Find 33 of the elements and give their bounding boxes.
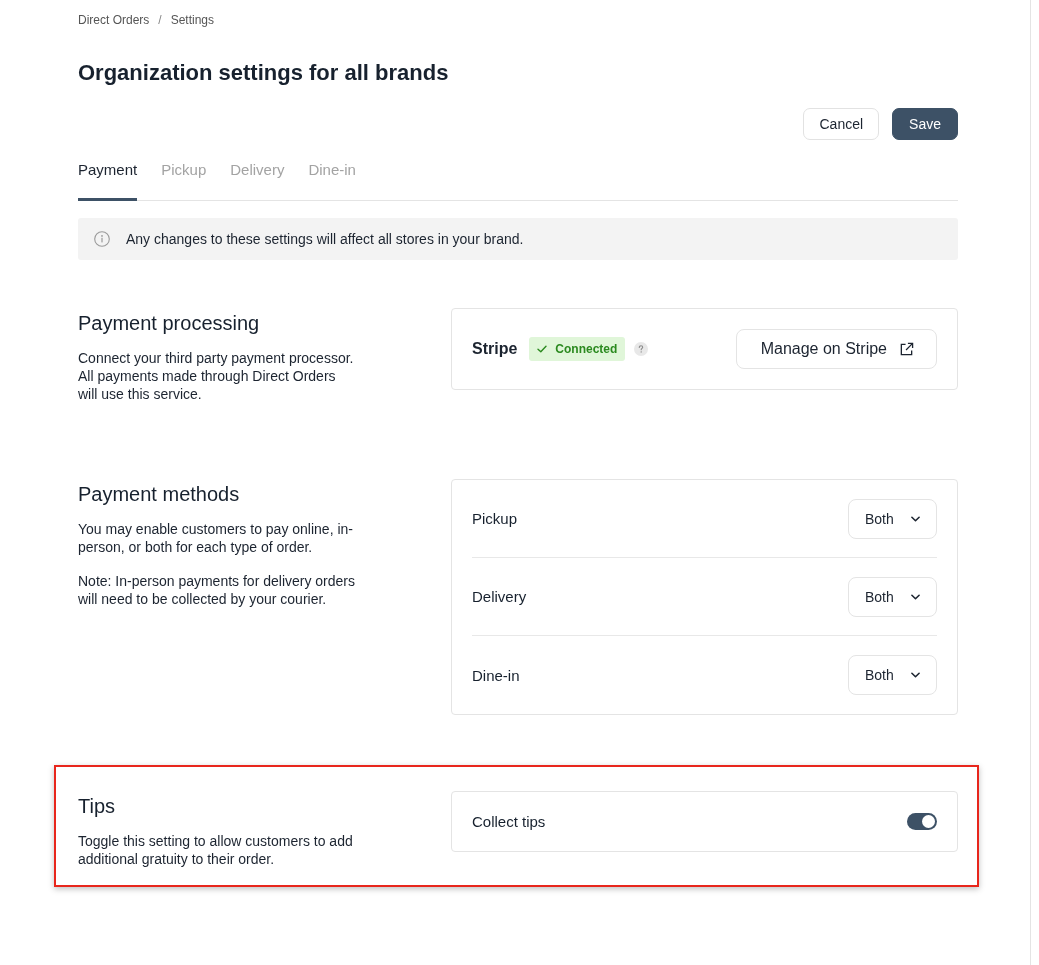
provider-name: Stripe: [472, 340, 518, 358]
info-icon: [94, 231, 110, 247]
notice-text: Any changes to these settings will affect all stores in your brand.: [126, 231, 524, 247]
toggle-switch[interactable]: [907, 813, 937, 830]
breadcrumb-link[interactable]: Direct Orders: [78, 11, 150, 29]
manage-button[interactable]: Manage on Stripe: [735, 329, 937, 369]
section-heading: Payment methods: [78, 482, 241, 506]
section-description: Connect your third party payment processor. All payments made through Direct Orders will use this service.: [78, 349, 355, 403]
breadcrumb-separator: /: [158, 12, 162, 29]
save-button[interactable]: Save: [892, 108, 958, 140]
chevron-down-icon: [911, 515, 920, 522]
section-heading: Payment processing: [78, 311, 261, 335]
row-label: Pickup: [472, 510, 518, 527]
page-title: Organization settings for all brands: [78, 59, 450, 87]
row-label: Collect tips: [472, 813, 546, 830]
select-dropdown[interactable]: Both: [848, 498, 937, 539]
select-dropdown[interactable]: Both: [848, 655, 937, 695]
check-icon: [537, 345, 548, 353]
row-label: Dine-in: [472, 666, 520, 684]
status-label: Connected: [555, 342, 618, 356]
breadcrumb-link[interactable]: Settings: [170, 11, 215, 29]
section-heading: Tips: [78, 794, 117, 818]
help-icon[interactable]: [634, 342, 649, 356]
external-link-icon: [899, 341, 914, 357]
chevron-down-icon: [911, 672, 920, 678]
select-dropdown[interactable]: Both: [848, 576, 937, 617]
row-label: Delivery: [472, 588, 527, 605]
section-description: Toggle this setting to allow customers to add additional gratuity to their order.: [78, 832, 354, 868]
cancel-button[interactable]: Cancel: [803, 108, 880, 140]
chevron-down-icon: [911, 593, 920, 600]
section-description: Note: In-person payments for delivery orders will need to be collected by your courier.: [78, 572, 356, 608]
section-description: You may enable customers to pay online, in-person, or both for each type of order.: [78, 520, 354, 556]
tab[interactable]: Payment: [78, 160, 138, 201]
